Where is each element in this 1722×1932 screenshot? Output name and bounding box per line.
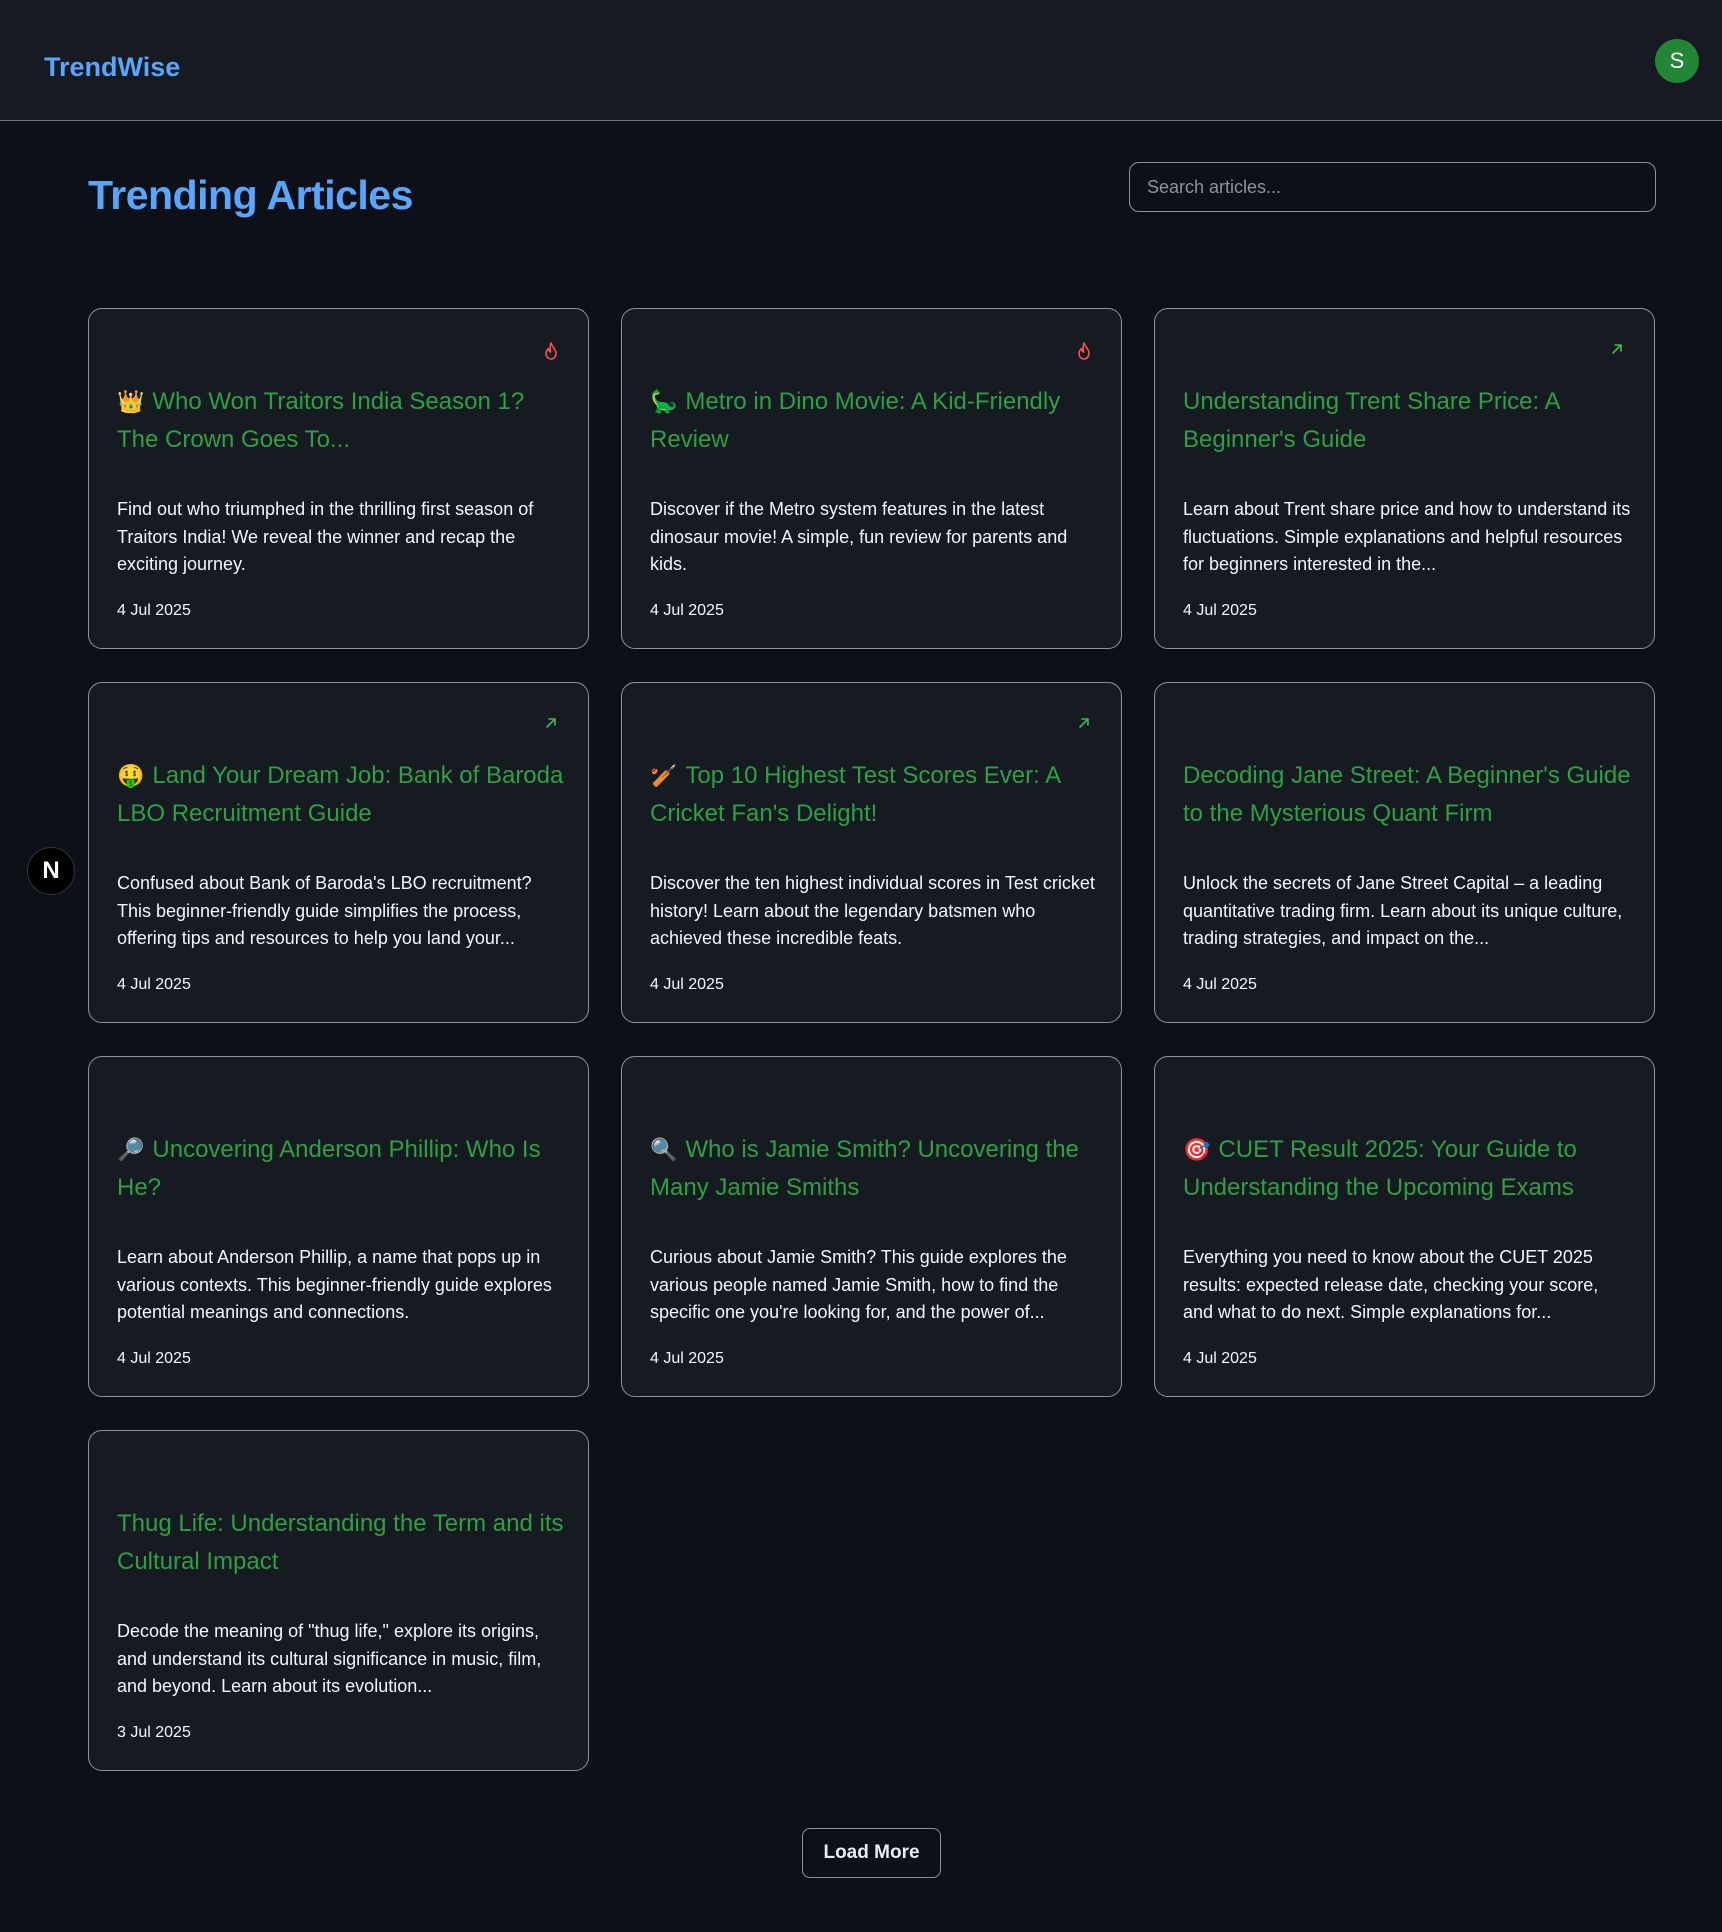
article-emoji-icon: 👑 — [117, 389, 145, 414]
article-card[interactable]: 👑 Who Won Traitors India Season 1? The Cr… — [88, 308, 589, 649]
floating-n-badge[interactable]: N — [27, 847, 75, 895]
fire-icon — [1075, 342, 1093, 360]
article-title[interactable]: 👑 Who Won Traitors India Season 1? The Cr… — [117, 383, 567, 459]
article-card[interactable]: 🤑 Land Your Dream Job: Bank of Baroda LBO… — [88, 682, 589, 1023]
article-emoji-icon: 🔍 — [650, 1137, 678, 1162]
article-title-text: Top 10 Highest Test Scores Ever: A Crick… — [650, 762, 1060, 827]
article-title-text: Understanding Trent Share Price: A Begin… — [1183, 388, 1560, 453]
article-emoji-icon: 🔎 — [117, 1137, 145, 1162]
article-title-text: Land Your Dream Job: Bank of Baroda LBO … — [117, 762, 564, 827]
article-title-text: Thug Life: Understanding the Term and it… — [117, 1510, 564, 1575]
article-description: Learn about Anderson Phillip, a name tha… — [117, 1247, 552, 1322]
article-emoji-icon: 🏏 — [650, 763, 678, 788]
article-description: Confused about Bank of Baroda's LBO recr… — [117, 873, 532, 948]
article-description: Everything you need to know about the CU… — [1183, 1247, 1599, 1322]
trend-arrow-icon — [542, 716, 560, 734]
page-title: Trending Articles — [88, 172, 413, 218]
load-more-button[interactable]: Load More — [802, 1828, 941, 1878]
article-emoji-icon: 🎯 — [1183, 1137, 1211, 1162]
article-description: Learn about Trent share price and how to… — [1183, 499, 1631, 574]
article-title[interactable]: 🦕 Metro in Dino Movie: A Kid-Friendly Rev… — [650, 383, 1100, 459]
article-description: Find out who triumphed in the thrilling … — [117, 499, 534, 574]
article-card[interactable]: 🔎 Uncovering Anderson Phillip: Who Is He?… — [88, 1056, 589, 1397]
article-description: Unlock the secrets of Jane Street Capita… — [1183, 873, 1623, 948]
article-title[interactable]: Thug Life: Understanding the Term and it… — [117, 1505, 567, 1581]
article-date: 4 Jul 2025 — [117, 602, 191, 619]
trend-arrow-icon — [1608, 342, 1626, 360]
article-date: 4 Jul 2025 — [117, 1350, 191, 1367]
article-description: Discover the ten highest individual scor… — [650, 873, 1095, 948]
article-emoji-icon: 🦕 — [650, 389, 678, 414]
article-title-text: Who Won Traitors India Season 1? The Cro… — [117, 388, 525, 453]
article-title-text: Metro in Dino Movie: A Kid-Friendly Revi… — [650, 388, 1061, 453]
article-card[interactable]: Understanding Trent Share Price: A Begin… — [1154, 308, 1655, 649]
article-title-text: CUET Result 2025: Your Guide to Understa… — [1183, 1136, 1577, 1201]
user-avatar[interactable]: S — [1655, 39, 1699, 83]
article-date: 4 Jul 2025 — [1183, 1350, 1257, 1367]
article-date: 4 Jul 2025 — [117, 976, 191, 993]
article-date: 4 Jul 2025 — [1183, 602, 1257, 619]
article-card[interactable]: 🔍 Who is Jamie Smith? Uncovering the Many… — [621, 1056, 1122, 1397]
article-card[interactable]: Decoding Jane Street: A Beginner's Guide… — [1154, 682, 1655, 1023]
brand-logo-link[interactable]: TrendWise — [44, 52, 180, 83]
article-date: 4 Jul 2025 — [1183, 976, 1257, 993]
article-title[interactable]: 🏏 Top 10 Highest Test Scores Ever: A Cric… — [650, 757, 1100, 833]
article-title[interactable]: 🤑 Land Your Dream Job: Bank of Baroda LBO… — [117, 757, 567, 833]
article-title-text: Uncovering Anderson Phillip: Who Is He? — [117, 1136, 541, 1201]
article-title-text: Who is Jamie Smith? Uncovering the Many … — [650, 1136, 1079, 1201]
article-description: Discover if the Metro system features in… — [650, 499, 1068, 574]
article-date: 4 Jul 2025 — [650, 1350, 724, 1367]
article-date: 4 Jul 2025 — [650, 976, 724, 993]
article-emoji-icon: 🤑 — [117, 763, 145, 788]
article-date: 4 Jul 2025 — [650, 602, 724, 619]
article-card[interactable]: 🏏 Top 10 Highest Test Scores Ever: A Cric… — [621, 682, 1122, 1023]
search-input[interactable] — [1129, 162, 1656, 212]
article-title-text: Decoding Jane Street: A Beginner's Guide… — [1183, 762, 1631, 827]
article-date: 3 Jul 2025 — [117, 1724, 191, 1741]
article-card[interactable]: 🎯 CUET Result 2025: Your Guide to Underst… — [1154, 1056, 1655, 1397]
article-description: Curious about Jamie Smith? This guide ex… — [650, 1247, 1067, 1322]
top-navbar: TrendWise S — [0, 0, 1722, 121]
article-title[interactable]: 🎯 CUET Result 2025: Your Guide to Underst… — [1183, 1131, 1633, 1207]
article-title[interactable]: 🔍 Who is Jamie Smith? Uncovering the Many… — [650, 1131, 1100, 1207]
article-title[interactable]: Understanding Trent Share Price: A Begin… — [1183, 383, 1633, 459]
article-title[interactable]: 🔎 Uncovering Anderson Phillip: Who Is He? — [117, 1131, 567, 1207]
article-title[interactable]: Decoding Jane Street: A Beginner's Guide… — [1183, 757, 1633, 833]
article-description: Decode the meaning of "thug life," explo… — [117, 1621, 542, 1696]
fire-icon — [542, 342, 560, 360]
trend-arrow-icon — [1075, 716, 1093, 734]
article-card[interactable]: 🦕 Metro in Dino Movie: A Kid-Friendly Rev… — [621, 308, 1122, 649]
article-card[interactable]: Thug Life: Understanding the Term and it… — [88, 1430, 589, 1771]
